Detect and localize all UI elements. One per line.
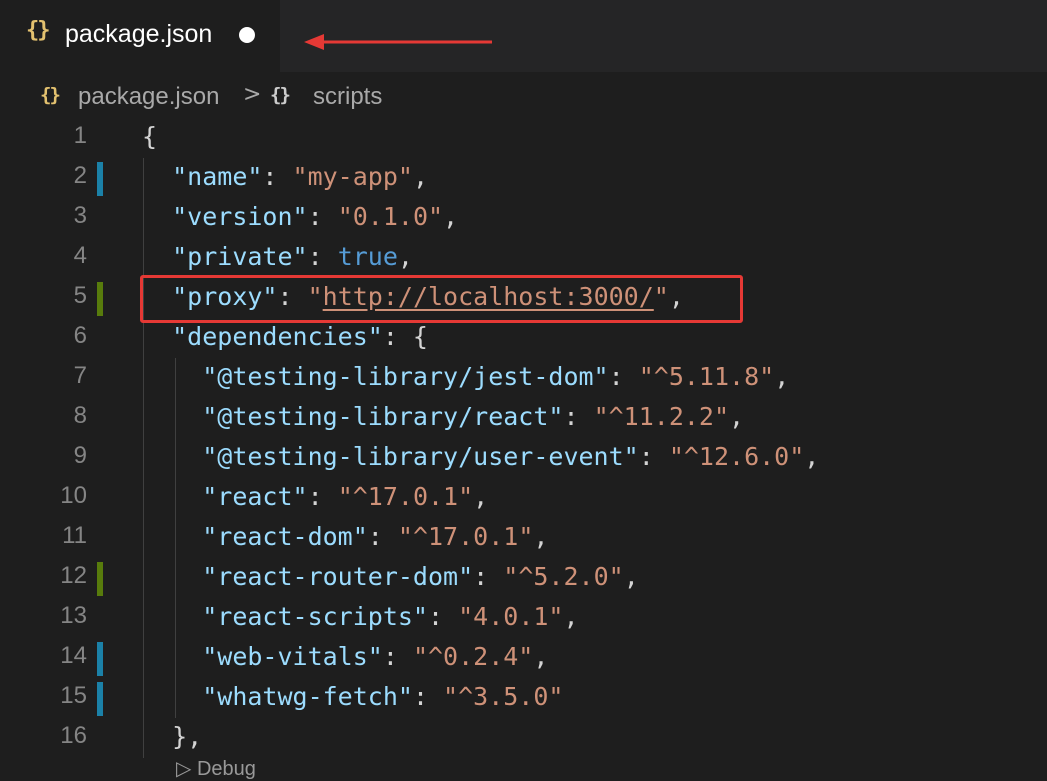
debug-codelens[interactable]: ▷ Debug bbox=[176, 756, 256, 781]
json-value: "^5.2.0" bbox=[503, 562, 624, 591]
json-key: "@testing-library/jest-dom" bbox=[202, 362, 609, 391]
json-key: "react" bbox=[202, 482, 308, 511]
json-key: "react-router-dom" bbox=[202, 562, 474, 591]
annotation-highlight-box bbox=[140, 275, 743, 323]
line-number: 10 bbox=[60, 482, 87, 509]
code-line: 15 "whatwg-fetch": "^3.5.0" bbox=[0, 678, 1047, 718]
line-number: 2 bbox=[73, 162, 87, 189]
line-number: 3 bbox=[73, 202, 87, 229]
json-value: "^5.11.8" bbox=[638, 362, 775, 391]
code-line: 13 "react-scripts": "4.0.1", bbox=[0, 598, 1047, 638]
json-value: "my-app" bbox=[292, 162, 413, 191]
line-number: 9 bbox=[73, 442, 87, 469]
modified-line-marker[interactable] bbox=[97, 682, 103, 716]
json-key: "react-scripts" bbox=[202, 602, 428, 631]
line-number: 14 bbox=[60, 642, 87, 669]
breadcrumb-item-scripts[interactable]: scripts bbox=[313, 83, 382, 111]
json-key: "whatwg-fetch" bbox=[202, 682, 413, 711]
object-braces-icon: {} bbox=[270, 84, 291, 106]
line-number: 15 bbox=[60, 682, 87, 709]
breadcrumb: {} package.json > {} scripts bbox=[0, 72, 1047, 122]
json-value: "4.0.1" bbox=[458, 602, 564, 631]
json-value: "^17.0.1" bbox=[337, 482, 474, 511]
code-line: 4 "private": true, bbox=[0, 238, 1047, 278]
tab-label: package.json bbox=[65, 20, 213, 48]
code-line: 10 "react": "^17.0.1", bbox=[0, 478, 1047, 518]
line-number: 13 bbox=[60, 602, 87, 629]
line-number: 16 bbox=[60, 722, 87, 749]
modified-line-marker[interactable] bbox=[97, 642, 103, 676]
code-line: 8 "@testing-library/react": "^11.2.2", bbox=[0, 398, 1047, 438]
breadcrumb-item-package-json[interactable]: package.json bbox=[78, 83, 219, 111]
code-line: 12 "react-router-dom": "^5.2.0", bbox=[0, 558, 1047, 598]
json-value: "^11.2.2" bbox=[593, 402, 730, 431]
code-line: 1 { bbox=[0, 118, 1047, 158]
tab-bar: {} package.json bbox=[0, 0, 1047, 72]
added-line-marker[interactable] bbox=[97, 282, 103, 316]
json-braces-icon: {} bbox=[26, 18, 50, 43]
json-key: "react-dom" bbox=[202, 522, 368, 551]
json-key: "@testing-library/react" bbox=[202, 402, 564, 431]
json-value: "^17.0.1" bbox=[397, 522, 534, 551]
tab-package-json[interactable]: {} package.json bbox=[0, 0, 280, 72]
json-boolean: true bbox=[337, 242, 398, 271]
line-number: 1 bbox=[73, 122, 87, 149]
json-key: "@testing-library/user-event" bbox=[202, 442, 639, 471]
line-number: 8 bbox=[73, 402, 87, 429]
code-token: }, bbox=[172, 722, 203, 751]
code-line: 16 }, bbox=[0, 718, 1047, 758]
annotation-arrow bbox=[304, 34, 492, 50]
added-line-marker[interactable] bbox=[97, 562, 103, 596]
line-number: 7 bbox=[73, 362, 87, 389]
modified-line-marker[interactable] bbox=[97, 162, 103, 196]
json-key: "name" bbox=[172, 162, 263, 191]
json-key: "version" bbox=[172, 202, 308, 231]
json-key: "dependencies" bbox=[172, 322, 383, 351]
code-line: 2 "name": "my-app", bbox=[0, 158, 1047, 198]
code-line: 14 "web-vitals": "^0.2.4", bbox=[0, 638, 1047, 678]
line-number: 11 bbox=[62, 522, 87, 549]
json-value: "^3.5.0" bbox=[443, 682, 564, 711]
code-line: 11 "react-dom": "^17.0.1", bbox=[0, 518, 1047, 558]
code-token: { bbox=[142, 122, 158, 151]
line-number: 12 bbox=[60, 562, 87, 589]
line-number: 5 bbox=[73, 282, 87, 309]
json-value: "^12.6.0" bbox=[668, 442, 805, 471]
code-line: 6 "dependencies": { bbox=[0, 318, 1047, 358]
code-line: 7 "@testing-library/jest-dom": "^5.11.8"… bbox=[0, 358, 1047, 398]
breadcrumb-separator: > bbox=[243, 82, 262, 107]
json-key: "private" bbox=[172, 242, 308, 271]
json-braces-icon: {} bbox=[40, 84, 61, 106]
code-line: 9 "@testing-library/user-event": "^12.6.… bbox=[0, 438, 1047, 478]
json-value: "^0.2.4" bbox=[412, 642, 534, 671]
code-line: 3 "version": "0.1.0", bbox=[0, 198, 1047, 238]
json-value: "0.1.0" bbox=[337, 202, 444, 231]
json-key: "web-vitals" bbox=[202, 642, 383, 671]
line-number: 4 bbox=[73, 242, 87, 269]
code-editor[interactable]: 1 { 2 "name": "my-app", 3 "version": "0.… bbox=[0, 118, 1047, 775]
unsaved-dot-icon[interactable] bbox=[239, 27, 255, 43]
line-number: 6 bbox=[73, 322, 87, 349]
